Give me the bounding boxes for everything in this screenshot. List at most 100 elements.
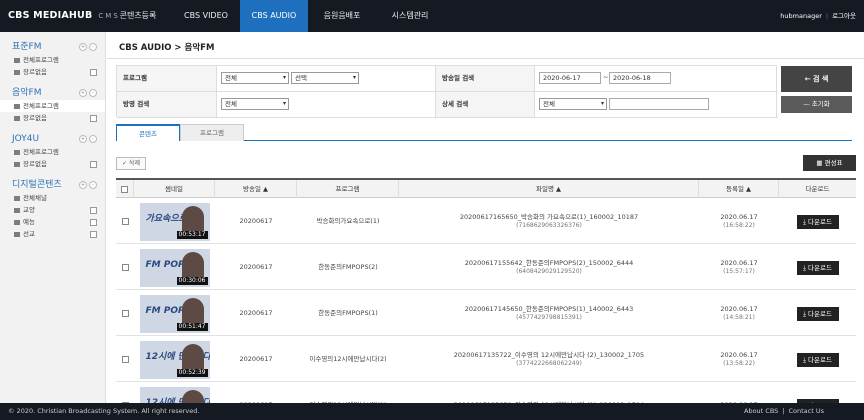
nav-cbs-audio[interactable]: CBS AUDIO: [240, 0, 308, 32]
logout-link[interactable]: 로그아웃: [832, 12, 856, 20]
program-label: 프로그램: [117, 66, 217, 91]
sidebar-item[interactable]: 장르없음: [0, 112, 105, 124]
top-navigation-bar: CBS MEDIAHUB CMS 콘텐츠등록 CBS VIDEO CBS AUDI…: [0, 0, 864, 32]
table-row[interactable]: 12시에 만납시다 00:52:39 20200617 이수영의12시에만납시다(2)…: [116, 337, 856, 382]
file-id: (4577429798815391): [516, 313, 582, 321]
program-select-1[interactable]: 전체: [221, 72, 289, 84]
table-row[interactable]: FM POPS 00:30:06 20200617 한동준의FMPOPS(2) 2020…: [116, 245, 856, 290]
date-from-input[interactable]: 2020-06-17: [539, 72, 601, 84]
sidebar-item[interactable]: 전체프로그램: [0, 54, 105, 66]
collapse-icon[interactable]: -: [89, 135, 97, 143]
nav-cbs-video[interactable]: CBS VIDEO: [172, 0, 240, 32]
content-table: 썸네일 방송일 ▲ 프로그램 파일명 ▲ 등록일 ▲ 다운로드 가요속으로 00:…: [116, 178, 856, 403]
date-separator: ~: [603, 73, 609, 81]
sidebar-section-title[interactable]: 표준FM: [12, 42, 42, 52]
sidebar-item[interactable]: 장르없음: [0, 158, 105, 170]
schedule-button[interactable]: ▦ 편성표: [803, 155, 856, 171]
add-icon[interactable]: +: [79, 43, 87, 51]
file-id: (7168629063326376): [516, 221, 582, 229]
search-button[interactable]: ← 검 색: [781, 66, 852, 92]
delete-button[interactable]: ✓ 삭제: [116, 157, 146, 170]
tab-program[interactable]: 프로그램: [180, 124, 244, 141]
edit-icon[interactable]: [90, 69, 97, 76]
tab-content[interactable]: 콘텐츠: [116, 124, 180, 141]
edit-icon[interactable]: [90, 231, 97, 238]
program-name: 이수영의12시에만납시다(2): [309, 354, 387, 363]
collapse-icon[interactable]: -: [89, 43, 97, 51]
table-row[interactable]: FM POPS 00:51:47 20200617 한동준의FMPOPS(1) 2020…: [116, 291, 856, 336]
row-checkbox[interactable]: [121, 356, 129, 363]
edit-icon[interactable]: [90, 219, 97, 226]
file-name: 20200617165650_박승화의 가요속으로(1)_160002_1018…: [459, 212, 639, 221]
air-date: 20200617: [239, 216, 273, 225]
file-name: 20200617155642_한동준의FMPOPS(2)_150002_6444: [464, 258, 634, 267]
folder-icon: [14, 57, 20, 63]
download-button[interactable]: ⤓ 다운로드: [796, 306, 839, 321]
sidebar-item[interactable]: 전체채널: [0, 192, 105, 204]
col-air-date[interactable]: 방송일 ▲: [215, 180, 297, 198]
air-date: 20200617: [239, 354, 273, 363]
about-link[interactable]: About CBS: [744, 407, 778, 415]
thumbnail[interactable]: FM POPS 00:51:47: [139, 294, 210, 333]
date-to-input[interactable]: 2020-06-18: [609, 72, 671, 84]
contact-link[interactable]: Contact Us: [789, 407, 825, 415]
table-header: 썸네일 방송일 ▲ 프로그램 파일명 ▲ 등록일 ▲ 다운로드: [116, 180, 856, 198]
footer-separator: |: [782, 407, 785, 415]
collapse-icon[interactable]: -: [89, 181, 97, 189]
download-button[interactable]: ⤓ 다운로드: [796, 260, 839, 275]
nav-content-register[interactable]: 콘텐츠등록: [104, 0, 172, 32]
sidebar-item[interactable]: 전체프로그램: [0, 100, 105, 112]
reg-date: 2020.06.17: [720, 258, 758, 267]
collapse-icon[interactable]: -: [89, 89, 97, 97]
sidebar-section-title[interactable]: JOY4U: [12, 134, 39, 144]
folder-icon: [14, 219, 20, 225]
user-box: hubmanager | 로그아웃: [780, 12, 856, 20]
add-icon[interactable]: +: [79, 135, 87, 143]
sidebar-item[interactable]: 전체프로그램: [0, 146, 105, 158]
sidebar-section-standard-fm: 표준FM + - 전체프로그램 장르없음: [0, 40, 105, 78]
duration-badge: 00:53:17: [176, 230, 208, 239]
edit-icon[interactable]: [90, 115, 97, 122]
thumbnail[interactable]: 가요속으로 00:53:17: [139, 202, 210, 241]
sidebar-item[interactable]: 예능: [0, 216, 105, 228]
folder-icon: [14, 207, 20, 213]
edit-icon[interactable]: [90, 161, 97, 168]
sidebar-section-title[interactable]: 음악FM: [12, 88, 42, 98]
nav-system-admin[interactable]: 시스템관리: [376, 0, 444, 32]
download-button[interactable]: ⤓ 다운로드: [796, 214, 839, 229]
sidebar-section-title[interactable]: 디지털콘텐츠: [12, 180, 62, 190]
air-select[interactable]: 전체: [221, 98, 289, 110]
thumbnail[interactable]: FM POPS 00:30:06: [139, 248, 210, 287]
col-reg-date[interactable]: 등록일 ▲: [699, 180, 779, 198]
col-filename[interactable]: 파일명 ▲: [399, 180, 699, 198]
program-select-2[interactable]: 선택: [291, 72, 359, 84]
detail-select[interactable]: 전체: [539, 98, 607, 110]
reset-button[interactable]: — 초기화: [781, 96, 852, 113]
sidebar-section-digital: 디지털콘텐츠 + - 전체채널 교양 예능 선교: [0, 178, 105, 240]
detail-input[interactable]: [609, 98, 709, 110]
select-all-checkbox[interactable]: [121, 185, 128, 193]
sidebar-item[interactable]: 장르없음: [0, 66, 105, 78]
download-button[interactable]: ⤓ 다운로드: [796, 352, 839, 367]
sidebar-item[interactable]: 선교: [0, 228, 105, 240]
edit-icon[interactable]: [90, 207, 97, 214]
table-row[interactable]: 가요속으로 00:53:17 20200617 박승화의가요속으로(1) 2020061…: [116, 199, 856, 244]
table-row[interactable]: 12시에 만납시다20200617이수영의12시에만납시다(1)20200617…: [116, 383, 856, 403]
program-name: 이수영의12시에만납시다(1): [297, 383, 399, 403]
program-name: 박승화의가요속으로(1): [316, 216, 380, 225]
host-photo: [181, 389, 204, 403]
air-date-label: 방송일 검색: [435, 66, 535, 91]
brand-logo[interactable]: CBS MEDIAHUB CMS: [8, 10, 120, 21]
add-icon[interactable]: +: [79, 89, 87, 97]
air-label: 방영 검색: [117, 92, 217, 117]
row-checkbox[interactable]: [121, 218, 129, 225]
add-icon[interactable]: +: [79, 181, 87, 189]
reg-time: (14:58:21): [723, 313, 755, 321]
thumbnail[interactable]: 12시에 만납시다 00:52:39: [139, 340, 210, 379]
row-checkbox[interactable]: [121, 310, 129, 317]
folder-icon: [14, 69, 20, 75]
nav-music-distribution[interactable]: 음원음배포: [308, 0, 376, 32]
thumbnail[interactable]: 12시에 만납시다: [139, 386, 210, 403]
sidebar-item[interactable]: 교양: [0, 204, 105, 216]
row-checkbox[interactable]: [121, 264, 129, 271]
